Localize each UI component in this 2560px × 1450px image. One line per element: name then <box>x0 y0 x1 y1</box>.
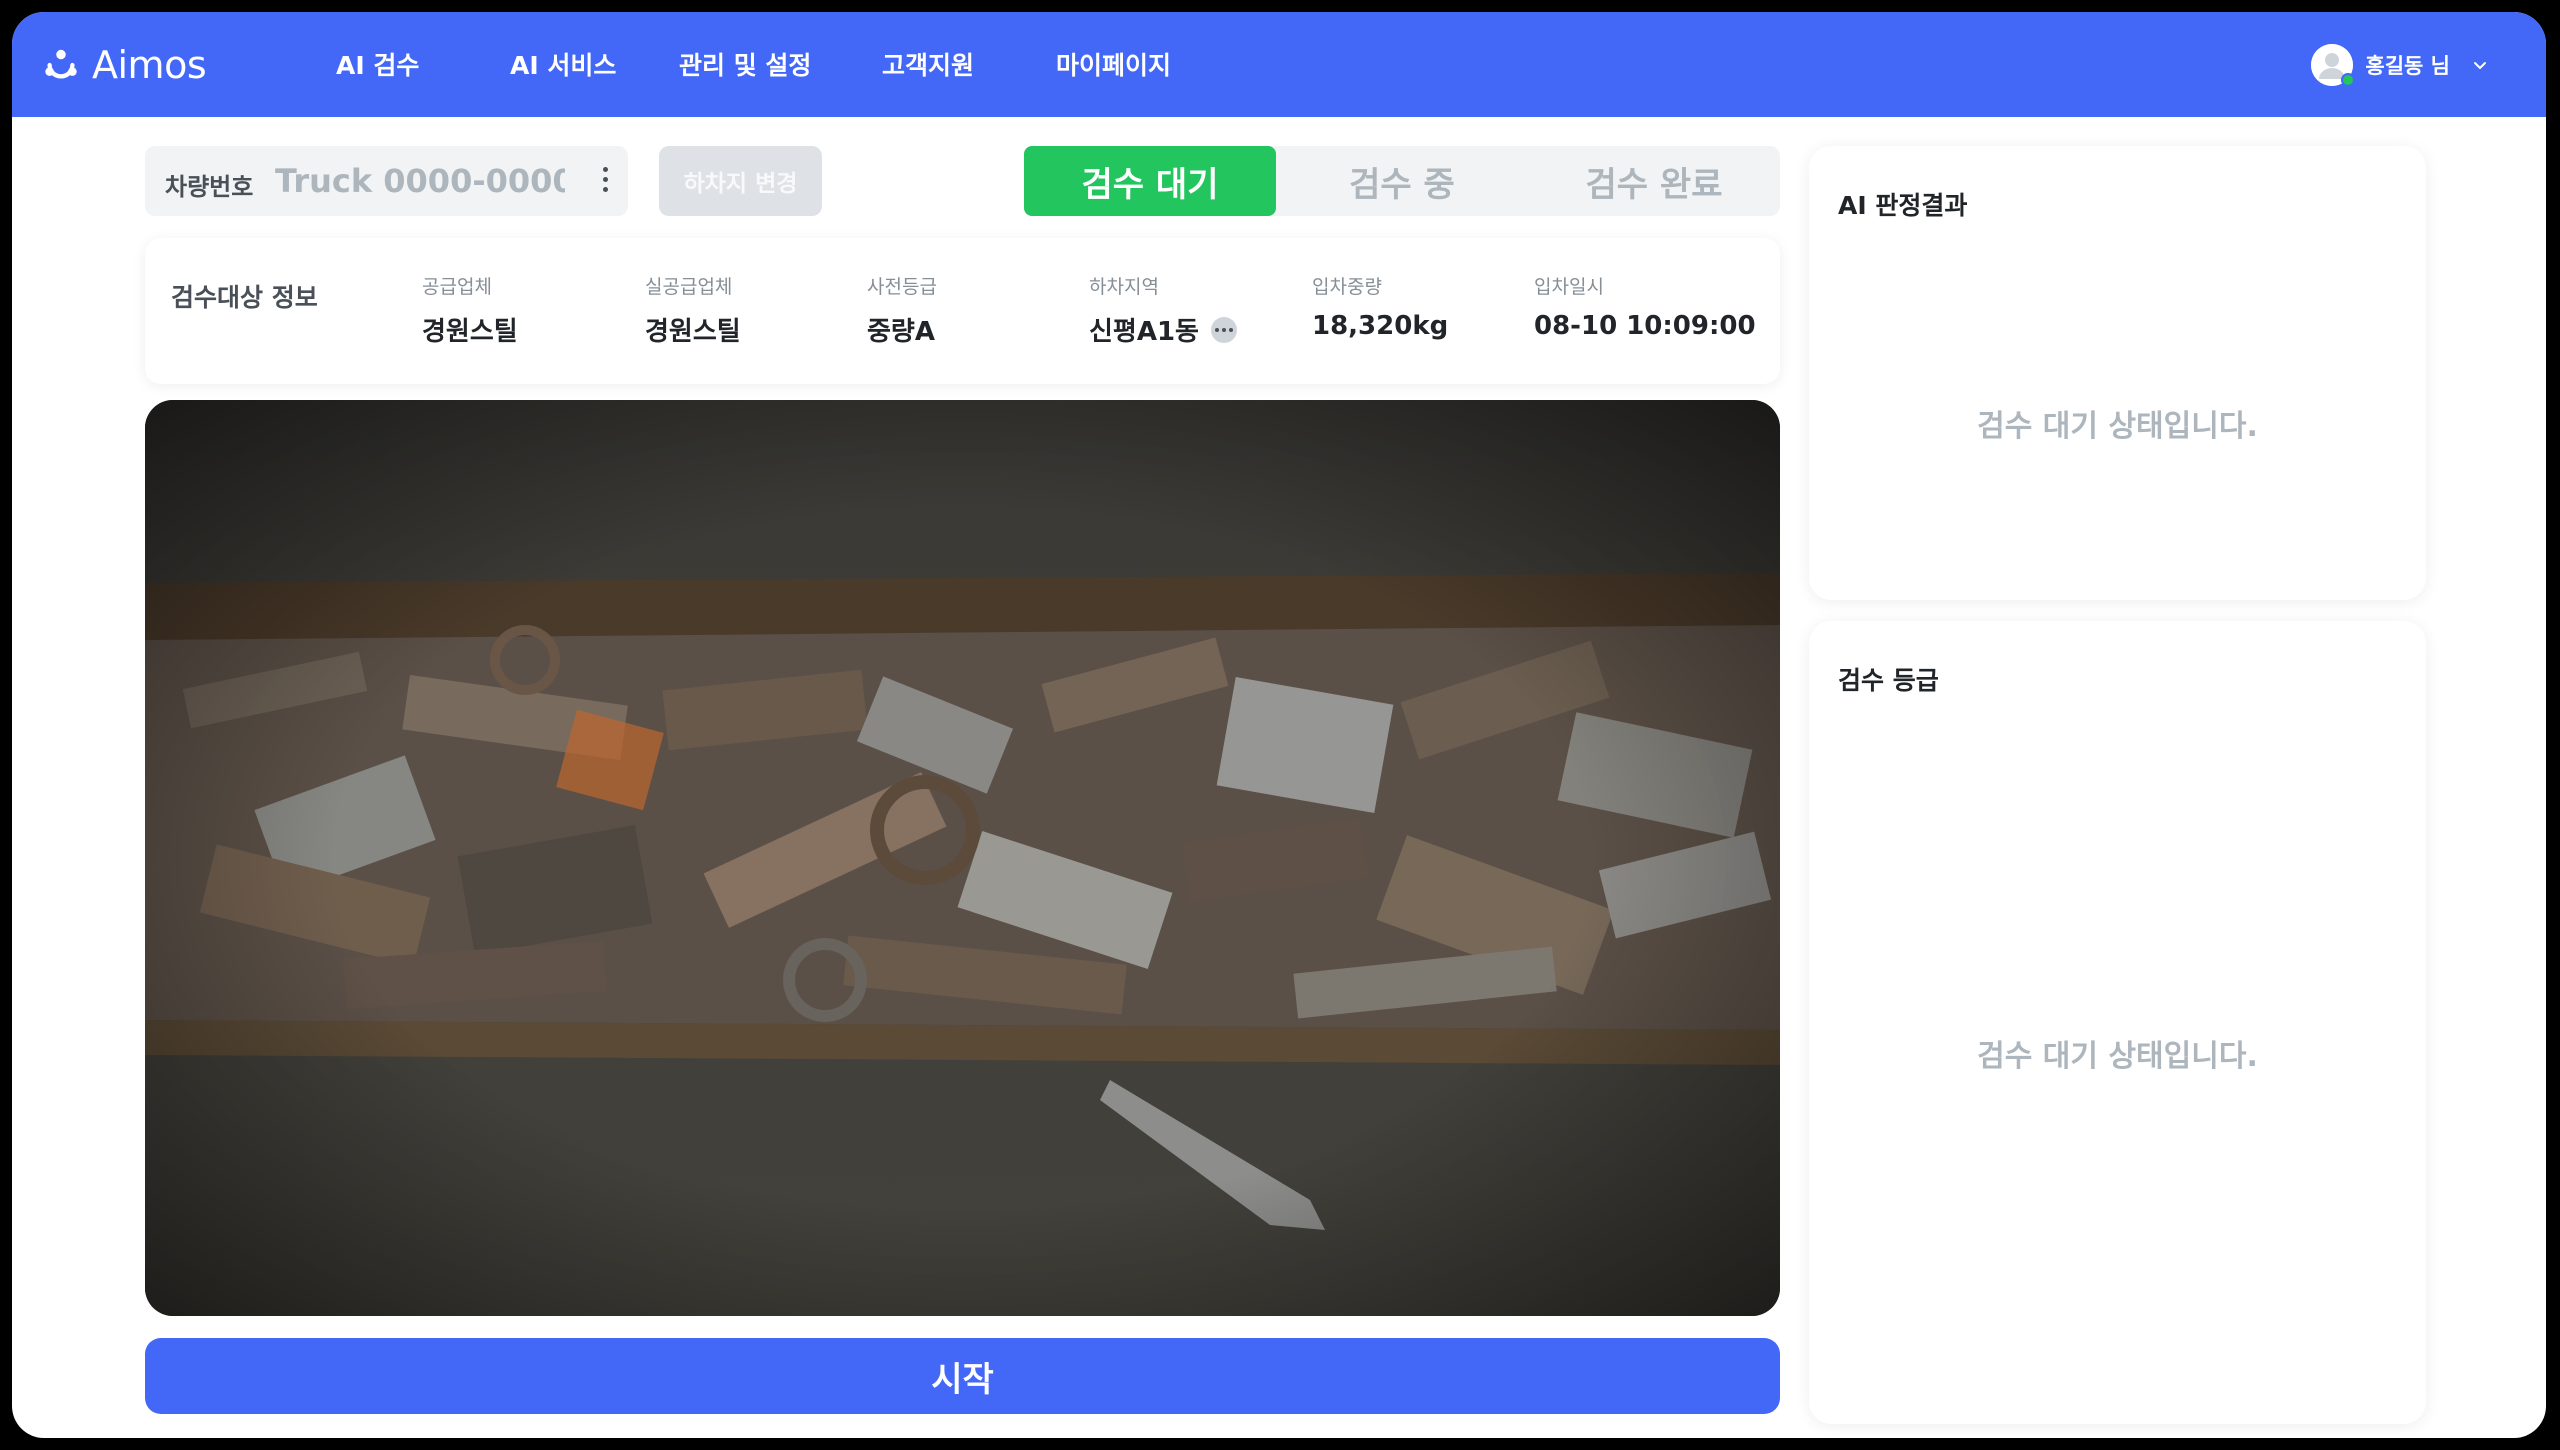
nav-item-customer-support[interactable]: 고객지원 <box>882 46 974 82</box>
info-field-actual-supplier: 실공급업체 경원스틸 <box>645 272 741 348</box>
change-unload-location-button[interactable]: 하차지 변경 <box>659 146 822 216</box>
nav-item-ai-inspection[interactable]: AI 검수 <box>336 46 419 82</box>
start-button[interactable]: 시작 <box>145 1338 1780 1414</box>
aimos-logo-icon <box>45 49 77 79</box>
nav-item-management-settings[interactable]: 관리 및 설정 <box>679 46 811 82</box>
truck-number-field: 차량번호 <box>145 146 628 216</box>
user-name: 홍길동 님 <box>2365 54 2450 78</box>
ai-result-title: AI 판정결과 <box>1838 191 1968 220</box>
inspection-status-tabs: 검수 대기 검수 중 검수 완료 <box>1024 146 1780 216</box>
nav-item-ai-service[interactable]: AI 서비스 <box>510 46 616 82</box>
tab-waiting[interactable]: 검수 대기 <box>1024 146 1276 216</box>
ai-result-panel: AI 판정결과 검수 대기 상태입니다. <box>1809 146 2426 600</box>
inspection-grade-message: 검수 대기 상태입니다. <box>1977 1039 2258 1074</box>
ai-result-message: 검수 대기 상태입니다. <box>1977 409 2258 444</box>
info-label: 사전등급 <box>867 276 937 298</box>
more-options-icon[interactable] <box>1210 316 1237 343</box>
tab-in-progress[interactable]: 검수 중 <box>1276 146 1528 216</box>
truck-number-label: 차량번호 <box>165 173 254 201</box>
top-nav-bar: Aimos AI 검수 AI 서비스 관리 및 설정 고객지원 마이페이지 홍길… <box>12 12 2546 117</box>
info-field-entry-datetime: 입차일시 08-10 10:09:00 <box>1534 272 1756 341</box>
app-window: Aimos AI 검수 AI 서비스 관리 및 설정 고객지원 마이페이지 홍길… <box>12 12 2546 1438</box>
truck-number-input[interactable] <box>275 156 565 206</box>
inspection-target-info-card: 검수대상 정보 공급업체 경원스틸 실공급업체 경원스틸 사전등급 중량A 하차… <box>145 238 1780 384</box>
chevron-down-icon[interactable] <box>2470 55 2490 75</box>
info-value: 신평A1동 <box>1089 311 1237 348</box>
info-card-title: 검수대상 정보 <box>171 283 318 312</box>
info-field-unload-area: 하차지역 신평A1동 <box>1089 272 1237 348</box>
tab-completed[interactable]: 검수 완료 <box>1528 146 1780 216</box>
brand-logo[interactable]: Aimos <box>42 42 207 88</box>
info-value: 08-10 10:09:00 <box>1534 311 1756 341</box>
kebab-menu-icon[interactable] <box>595 164 615 198</box>
inspection-grade-panel: 검수 등급 검수 대기 상태입니다. <box>1809 621 2426 1424</box>
brand-name: Aimos <box>92 43 207 87</box>
inspection-grade-title: 검수 등급 <box>1838 666 1939 695</box>
info-field-pre-grade: 사전등급 중량A <box>867 272 937 348</box>
scrap-metal-photo <box>145 400 1780 1316</box>
info-field-supplier: 공급업체 경원스틸 <box>422 272 518 348</box>
avatar <box>2311 44 2356 87</box>
info-value: 18,320kg <box>1312 311 1449 341</box>
info-label: 하차지역 <box>1089 276 1159 298</box>
info-label: 입차일시 <box>1534 276 1604 298</box>
info-field-entry-weight: 입차중량 18,320kg <box>1312 272 1448 341</box>
info-label: 공급업체 <box>422 276 492 298</box>
truck-camera-image <box>145 400 1780 1316</box>
user-menu[interactable]: 홍길동 님 <box>2311 42 2490 88</box>
info-label: 입차중량 <box>1312 276 1382 298</box>
info-value: 중량A <box>867 317 935 347</box>
info-value: 경원스틸 <box>645 317 741 347</box>
info-value: 경원스틸 <box>422 317 518 347</box>
nav-item-my-page[interactable]: 마이페이지 <box>1056 46 1171 82</box>
info-label: 실공급업체 <box>645 276 733 298</box>
